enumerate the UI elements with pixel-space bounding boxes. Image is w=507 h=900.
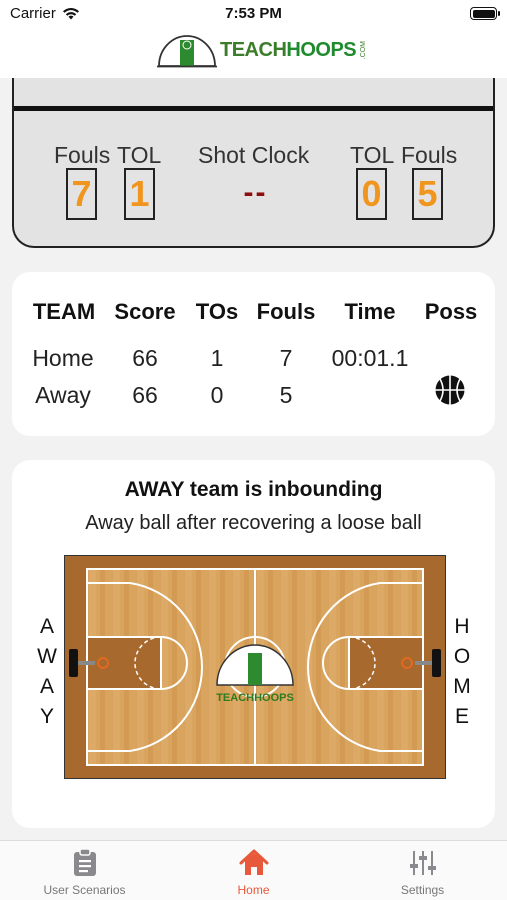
tab-label: Home: [237, 883, 270, 897]
team-stats-card: TEAM Score TOs Fouls Time Poss Home 66 1…: [12, 272, 495, 436]
teachhoops-logo: TEACHHOOPS .COM: [157, 32, 367, 68]
home-letter: E: [454, 705, 469, 728]
home-letter: M: [453, 675, 471, 698]
center-logo-text: TEACHHOOPS: [216, 692, 294, 704]
home-time: 00:01.1: [331, 345, 409, 371]
battery-icon: [470, 7, 500, 20]
away-letter: W: [37, 645, 57, 668]
scoreboard: Fouls TOL Shot Clock TOL Fouls 7 1 -- 0 …: [12, 78, 495, 248]
logo-teach: TEACH: [220, 38, 287, 61]
left-backboard: [69, 649, 78, 677]
tab-label: Settings: [400, 883, 445, 897]
header-fouls: Fouls: [256, 299, 316, 324]
court-card: AWAY team is inbounding Away ball after …: [12, 460, 495, 828]
inbound-subtitle: Away ball after recovering a loose ball: [85, 512, 422, 534]
clock: 7:53 PM: [225, 5, 282, 22]
right-fouls-label: Fouls: [401, 142, 458, 168]
header-tos: TOs: [195, 299, 239, 324]
away-score: 66: [132, 382, 158, 408]
inbound-title: AWAY team is inbounding: [124, 478, 383, 501]
home-side-label: H O M E: [451, 612, 473, 732]
header-team: TEAM: [32, 299, 96, 324]
logo-com: .COM: [360, 40, 368, 60]
basketball-icon: [435, 375, 465, 405]
header-poss: Poss: [424, 299, 478, 324]
basketball-court[interactable]: TEACHHOOPS: [64, 555, 446, 779]
away-tos: 0: [210, 382, 224, 408]
home-team-name: Home: [32, 345, 94, 371]
clipboard-icon: [73, 849, 96, 876]
tab-settings[interactable]: Settings: [338, 849, 507, 897]
left-tol-label: TOL: [117, 142, 162, 168]
home-fouls: 7: [279, 345, 293, 371]
tab-home[interactable]: Home: [169, 849, 338, 897]
right-tol-label: TOL: [350, 142, 395, 168]
away-letter: A: [39, 615, 54, 638]
center-logo-key: [248, 653, 262, 685]
home-letter: H: [454, 615, 470, 638]
shot-clock-label: Shot Clock: [198, 142, 310, 168]
home-icon: [239, 849, 268, 875]
status-bar: Carrier 7:53 PM: [0, 0, 507, 30]
home-score: 66: [132, 345, 158, 371]
away-letter: A: [39, 675, 54, 698]
tab-bar: User Scenarios Home Settings: [0, 840, 507, 900]
app-header: TEACHHOOPS .COM: [0, 30, 507, 78]
tab-label: User Scenarios: [43, 883, 126, 897]
right-backboard: [432, 649, 441, 677]
right-fouls-digit: 5: [412, 168, 443, 220]
away-team-name: Away: [35, 382, 91, 408]
header-time: Time: [344, 299, 396, 324]
logo-hoops: HOOPS: [286, 38, 357, 61]
logo-court-icon: [157, 35, 217, 68]
sliders-icon: [409, 851, 436, 875]
away-fouls: 5: [279, 382, 293, 408]
tab-user-scenarios[interactable]: User Scenarios: [0, 849, 169, 897]
home-letter: O: [453, 645, 471, 668]
left-fouls-label: Fouls: [54, 142, 111, 168]
logo-wordmark: TEACHHOOPS: [220, 38, 357, 62]
right-tol-digit: 0: [356, 168, 387, 220]
away-letter: Y: [39, 705, 54, 728]
away-side-label: A W A Y: [36, 612, 58, 732]
home-tos: 1: [210, 345, 224, 371]
header-score: Score: [114, 299, 176, 324]
scoreboard-divider: [14, 106, 493, 111]
